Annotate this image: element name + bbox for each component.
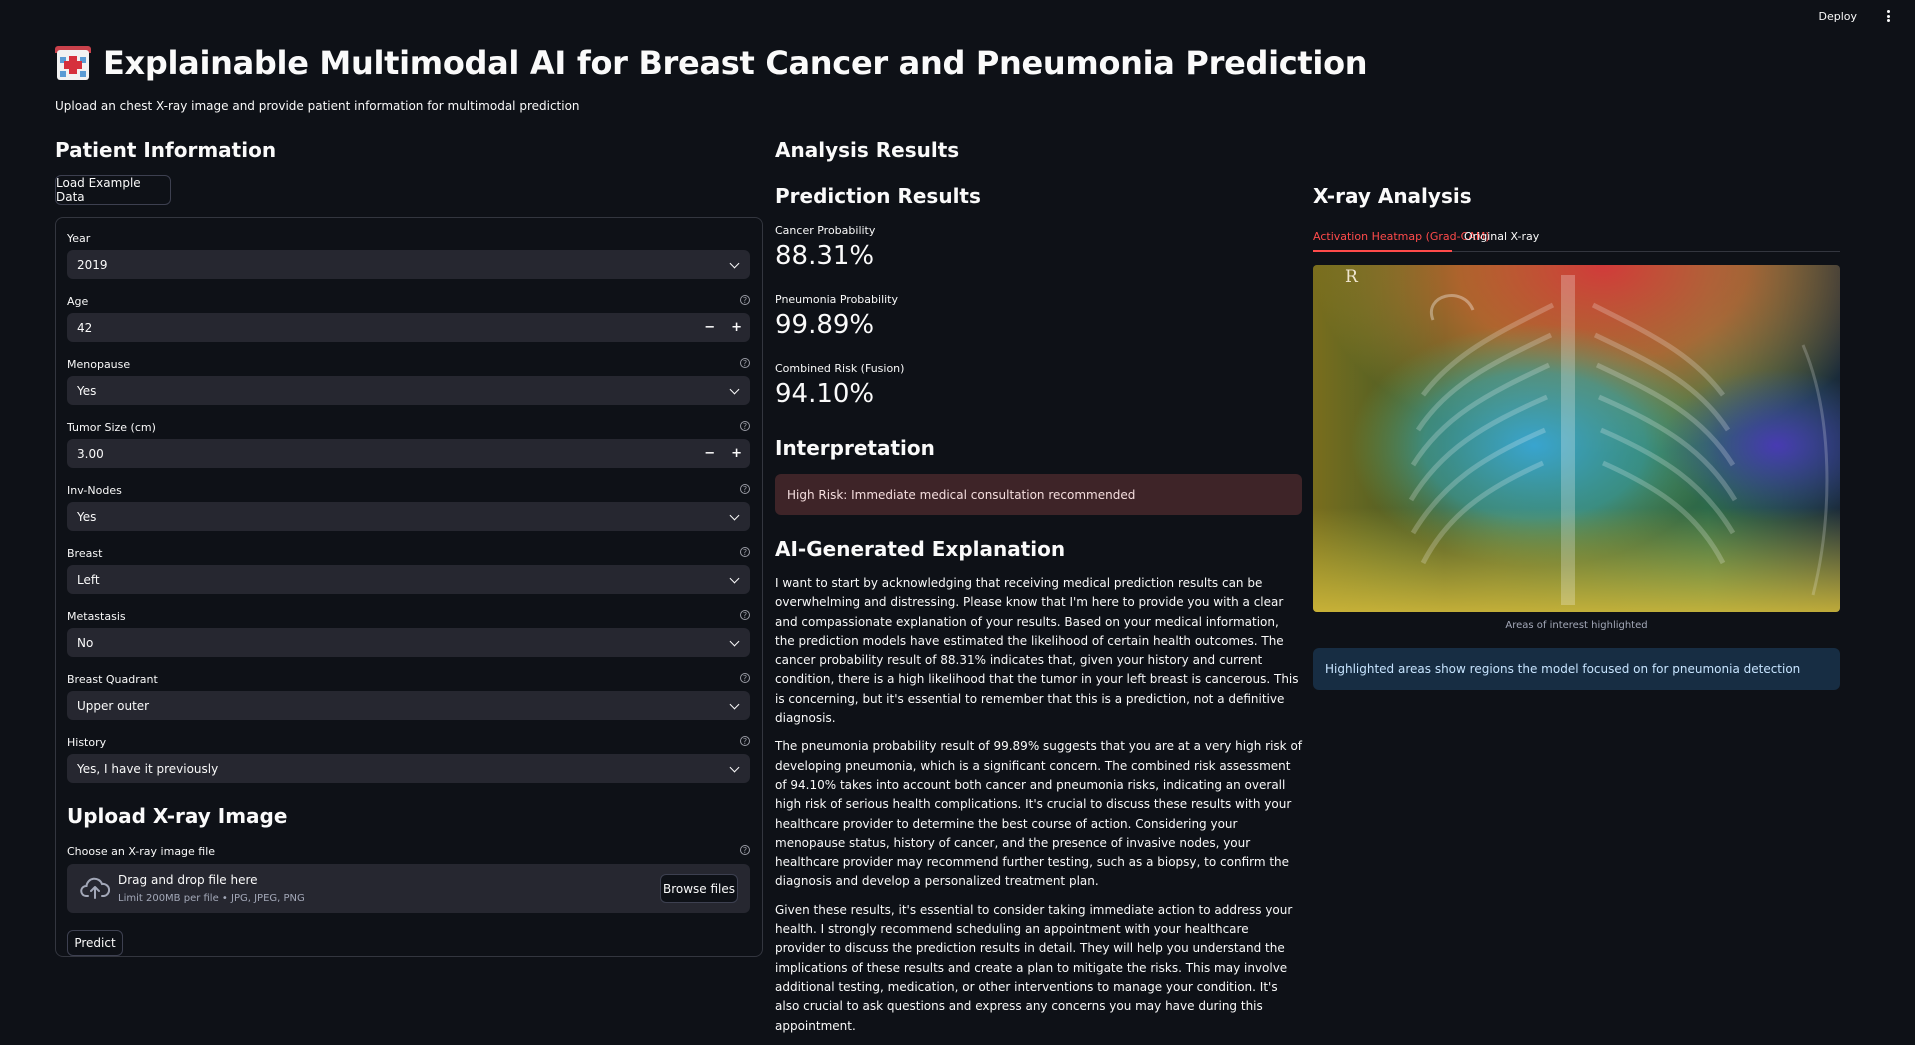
year-label: Year xyxy=(67,232,91,245)
age-label: Age xyxy=(67,295,89,308)
quadrant-select[interactable]: Upper outer xyxy=(67,691,750,720)
chevron-down-icon xyxy=(729,510,740,521)
load-example-button[interactable]: Load Example Data xyxy=(55,175,171,205)
year-value: 2019 xyxy=(77,257,108,272)
pneumonia-probability-label: Pneumonia Probability xyxy=(775,293,899,306)
chevron-down-icon xyxy=(729,762,740,773)
cancer-probability-label: Cancer Probability xyxy=(775,224,876,237)
dropzone-limit: Limit 200MB per file • JPG, JPEG, PNG xyxy=(118,893,305,904)
cloud-upload-icon xyxy=(80,877,110,899)
inv-nodes-label: Inv-Nodes xyxy=(67,484,122,497)
chevron-down-icon xyxy=(729,258,740,269)
menopause-value: Yes xyxy=(77,383,97,398)
tumor-size-input[interactable]: 3.00 − + xyxy=(67,439,750,468)
page-title: Explainable Multimodal AI for Breast Can… xyxy=(55,44,1368,82)
explanation-paragraph: The pneumonia probability result of 99.8… xyxy=(775,739,1303,889)
help-icon[interactable]: ? xyxy=(740,484,750,494)
page-title-text: Explainable Multimodal AI for Breast Can… xyxy=(103,44,1368,82)
help-icon[interactable]: ? xyxy=(740,673,750,683)
browse-files-button[interactable]: Browse files xyxy=(660,874,738,903)
prediction-heading: Prediction Results xyxy=(775,184,981,208)
interpretation-heading: Interpretation xyxy=(775,436,935,460)
xray-heading: X-ray Analysis xyxy=(1313,184,1472,208)
combined-risk-label: Combined Risk (Fusion) xyxy=(775,362,905,375)
info-box: Highlighted areas show regions the model… xyxy=(1313,648,1840,690)
breast-value: Left xyxy=(77,572,100,587)
metastasis-label: Metastasis xyxy=(67,610,126,623)
page-subtitle: Upload an chest X-ray image and provide … xyxy=(55,99,580,113)
breast-label: Breast xyxy=(67,547,103,560)
increment-button[interactable]: + xyxy=(731,446,742,461)
age-input[interactable]: 42 − + xyxy=(67,313,750,342)
year-select[interactable]: 2019 xyxy=(67,250,750,279)
help-icon[interactable]: ? xyxy=(740,358,750,368)
increment-button[interactable]: + xyxy=(731,320,742,335)
menopause-label: Menopause xyxy=(67,358,131,371)
tab-original-xray[interactable]: Original X-ray xyxy=(1464,230,1539,243)
chevron-down-icon xyxy=(729,573,740,584)
history-value: Yes, I have it previously xyxy=(77,761,219,776)
metastasis-select[interactable]: No xyxy=(67,628,750,657)
help-icon[interactable]: ? xyxy=(740,736,750,746)
upload-heading: Upload X-ray Image xyxy=(67,804,288,828)
predict-button[interactable]: Predict xyxy=(67,930,123,956)
combined-risk-value: 94.10% xyxy=(775,379,875,409)
deploy-button[interactable]: Deploy xyxy=(1818,10,1857,23)
analysis-heading: Analysis Results xyxy=(775,138,960,162)
pneumonia-probability-value: 99.89% xyxy=(775,310,875,340)
dropzone-text: Drag and drop file here xyxy=(118,873,258,887)
history-label: History xyxy=(67,736,107,749)
metastasis-value: No xyxy=(77,635,94,650)
risk-alert: High Risk: Immediate medical consultatio… xyxy=(775,474,1302,515)
xray-side-marker: R xyxy=(1345,267,1358,287)
tumor-size-label: Tumor Size (cm) xyxy=(67,421,156,434)
xray-heatmap-image: R xyxy=(1313,265,1840,612)
help-icon[interactable]: ? xyxy=(740,295,750,305)
patient-info-heading: Patient Information xyxy=(55,138,277,162)
inv-nodes-value: Yes xyxy=(77,509,97,524)
explanation-paragraph: I want to start by acknowledging that re… xyxy=(775,576,1299,726)
chevron-down-icon xyxy=(729,384,740,395)
quadrant-label: Breast Quadrant xyxy=(67,673,158,686)
age-value: 42 xyxy=(77,320,93,335)
chevron-down-icon xyxy=(729,699,740,710)
explanation-paragraph: Given these results, it's essential to c… xyxy=(775,902,1293,1033)
explanation-heading: AI-Generated Explanation xyxy=(775,537,1066,561)
help-icon[interactable]: ? xyxy=(740,421,750,431)
help-icon[interactable]: ? xyxy=(740,610,750,620)
decrement-button[interactable]: − xyxy=(704,320,715,335)
quadrant-value: Upper outer xyxy=(77,698,150,713)
decrement-button[interactable]: − xyxy=(704,446,715,461)
history-select[interactable]: Yes, I have it previously xyxy=(67,754,750,783)
breast-select[interactable]: Left xyxy=(67,565,750,594)
upload-label: Choose an X-ray image file xyxy=(67,845,216,858)
tumor-size-value: 3.00 xyxy=(77,446,104,461)
image-caption: Areas of interest highlighted xyxy=(1505,620,1648,631)
tab-active-indicator xyxy=(1313,250,1452,252)
chevron-down-icon xyxy=(729,636,740,647)
explanation-text: I want to start by acknowledging that re… xyxy=(775,574,1302,1045)
kebab-menu-icon[interactable] xyxy=(1881,8,1895,24)
inv-nodes-select[interactable]: Yes xyxy=(67,502,750,531)
help-icon[interactable]: ? xyxy=(740,845,750,855)
hospital-icon xyxy=(55,46,91,80)
file-dropzone[interactable] xyxy=(67,864,750,913)
menopause-select[interactable]: Yes xyxy=(67,376,750,405)
help-icon[interactable]: ? xyxy=(740,547,750,557)
cancer-probability-value: 88.31% xyxy=(775,241,875,271)
